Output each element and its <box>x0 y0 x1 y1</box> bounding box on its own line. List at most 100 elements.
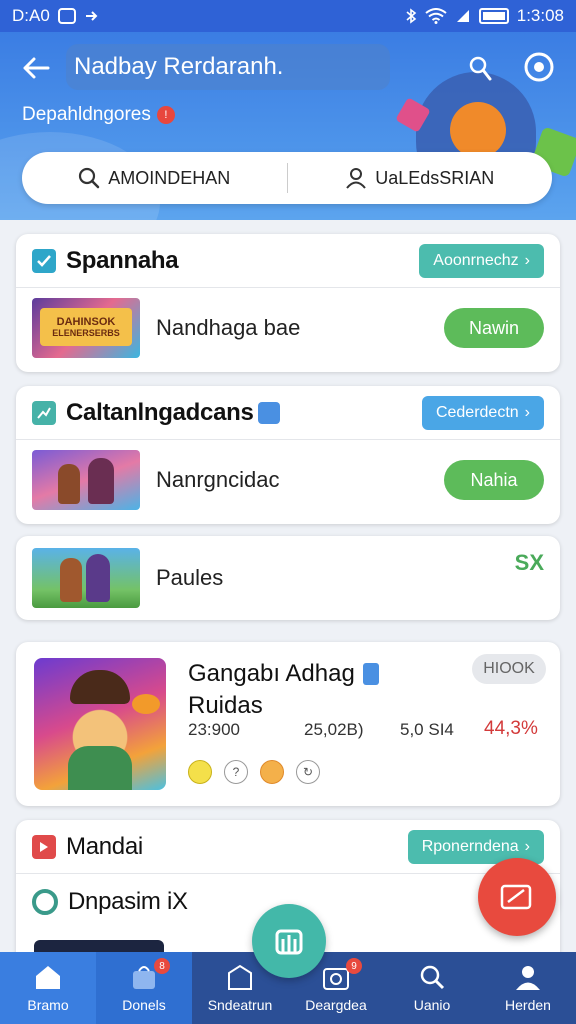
action-label: Aoonrnechz <box>433 251 519 269</box>
search-right-option[interactable]: UaLEdsSRIAN <box>288 152 553 204</box>
header-subtitle: Depahldngores ! <box>22 104 175 126</box>
list-card[interactable]: Paules SX <box>16 536 560 620</box>
stat-value: 25,02B) <box>304 720 364 739</box>
rocket-icon[interactable] <box>260 760 284 784</box>
thumbnail-logo-text: ELENERSERBS <box>52 328 120 338</box>
action-label: Cederdectn <box>435 403 519 421</box>
list-item[interactable]: Nanrgncidac Nahia <box>16 440 560 520</box>
edit-icon <box>500 884 532 910</box>
stat-percent: 44,3% <box>484 718 538 739</box>
featured-title-line2: Ruidas <box>188 692 263 719</box>
game-thumbnail: DAHINSOK ELENERSERBS <box>32 298 140 358</box>
item-action-button[interactable]: Nawin <box>444 308 544 348</box>
search-icon <box>420 965 445 990</box>
item-title: Nandhaga bae <box>156 315 301 340</box>
search-icon <box>79 167 100 189</box>
center-action-button[interactable] <box>252 904 326 978</box>
settings-button[interactable] <box>520 48 558 86</box>
user-icon <box>346 168 366 189</box>
nav-item-home[interactable]: Bramo <box>0 952 96 1024</box>
search-left-label: AMOINDEHAN <box>108 167 231 188</box>
featured-title-line1: Gangabı Adhag <box>188 660 355 687</box>
list-item[interactable]: DAHINSOK ELENERSERBS Nandhaga bae Nawin <box>16 288 560 368</box>
search-right-label: UaLEdsSRIAN <box>375 167 495 188</box>
item-action-button[interactable]: Nahia <box>444 460 544 500</box>
compose-fab[interactable] <box>478 858 556 936</box>
section-header: Caltanlngadcans Cederdectn › <box>16 386 560 440</box>
nav-label: Bramo <box>27 997 69 1013</box>
mascot-face-decoration <box>450 102 506 158</box>
navigation-arrow-icon <box>84 9 98 23</box>
section-title: Caltanlngadcans <box>66 398 254 426</box>
gear-icon <box>524 52 554 82</box>
carrier-text: D:A0 <box>12 6 50 25</box>
back-arrow-icon <box>23 57 50 79</box>
section-header: Spannaha Aoonrnechz › <box>16 234 560 288</box>
status-bar: D:A0 1:3:08 <box>0 0 576 32</box>
section-header: Mandai Rponerndena › <box>16 820 560 874</box>
message-icon <box>57 8 76 24</box>
stat-value: 5,0 SI4 <box>400 720 454 739</box>
featured-title: Gangabı Adhag Ruidas <box>188 658 379 722</box>
clock-time: 1:3:08 <box>516 6 564 25</box>
item-badge: SX <box>514 550 544 575</box>
notification-badge: 8 <box>154 958 170 974</box>
game-thumbnail <box>32 548 140 608</box>
chevron-right-icon: › <box>524 251 530 269</box>
nav-item-herden[interactable]: Herden <box>480 952 576 1024</box>
refresh-icon[interactable]: ↻ <box>296 760 320 784</box>
featured-game-art <box>34 658 166 790</box>
search-left-option[interactable]: AMOINDEHAN <box>22 152 287 204</box>
section-title: Mandai <box>66 832 143 860</box>
status-badge: HIOOK <box>472 654 546 684</box>
bluetooth-icon <box>405 8 417 24</box>
nav-label: Sndeatrun <box>207 997 273 1013</box>
battery-icon <box>478 8 509 24</box>
nav-item-donels[interactable]: 8 Donels <box>96 952 192 1024</box>
chevron-right-icon: › <box>524 403 530 421</box>
nav-label: Uanio <box>413 997 451 1013</box>
chart-icon <box>32 400 56 425</box>
section-action-button[interactable]: Cederdectn › <box>421 395 544 430</box>
back-button[interactable] <box>18 50 54 86</box>
app-header: Nadbay Rerdaranh. Depahldngores ! AMOIND… <box>0 32 576 220</box>
checkbox-icon[interactable] <box>32 248 56 273</box>
stat-value: 23:900 <box>188 720 240 739</box>
building-icon <box>228 964 252 990</box>
badge-icon <box>362 663 379 685</box>
calendar-icon <box>257 401 280 424</box>
action-label: Rponerndena <box>421 837 519 855</box>
page-title[interactable]: Nadbay Rerdaranh. <box>66 44 390 90</box>
nav-item-uanio[interactable]: Uanio <box>384 952 480 1024</box>
section-title: Spannaha <box>66 246 179 274</box>
featured-game-card[interactable]: Gangabı Adhag Ruidas HIOOK 23:900 25,02B… <box>16 642 560 806</box>
notification-badge: 9 <box>346 958 362 974</box>
section-action-button[interactable]: Aoonrnechz › <box>419 243 544 278</box>
section-card: Spannaha Aoonrnechz › DAHINSOK ELENERSER… <box>16 234 560 372</box>
thumbnail-logo-text: DAHINSOK <box>56 316 116 328</box>
subtitle-text: Depahldngores <box>22 104 151 125</box>
notification-dot: ! <box>156 106 175 124</box>
feature-icon-row: ? ↻ <box>188 760 320 784</box>
profile-icon <box>516 966 540 990</box>
chevron-right-icon: › <box>524 837 530 855</box>
list-item[interactable]: Paules SX <box>16 536 560 620</box>
timer-icon[interactable]: ? <box>224 760 248 784</box>
nav-label: Deargdea <box>305 997 367 1013</box>
wifi-icon <box>425 8 447 24</box>
section-card: Caltanlngadcans Cederdectn › Nanrgncidac… <box>16 386 560 524</box>
home-icon <box>36 966 60 989</box>
item-title: Dnpasim iX <box>68 888 188 915</box>
bookmark-icon <box>32 834 56 859</box>
brush-button[interactable] <box>462 50 498 86</box>
search-bar: AMOINDEHAN UaLEdsSRIAN <box>22 152 552 204</box>
nav-label: Herden <box>505 997 551 1013</box>
item-title: Paules <box>156 565 224 590</box>
signal-icon <box>455 8 471 24</box>
gallery-icon <box>275 929 303 955</box>
chat-icon <box>32 889 58 915</box>
brush-icon <box>469 56 492 81</box>
game-thumbnail <box>32 450 140 510</box>
item-title: Nanrgncidac <box>156 467 280 492</box>
coin-icon[interactable] <box>188 760 212 784</box>
